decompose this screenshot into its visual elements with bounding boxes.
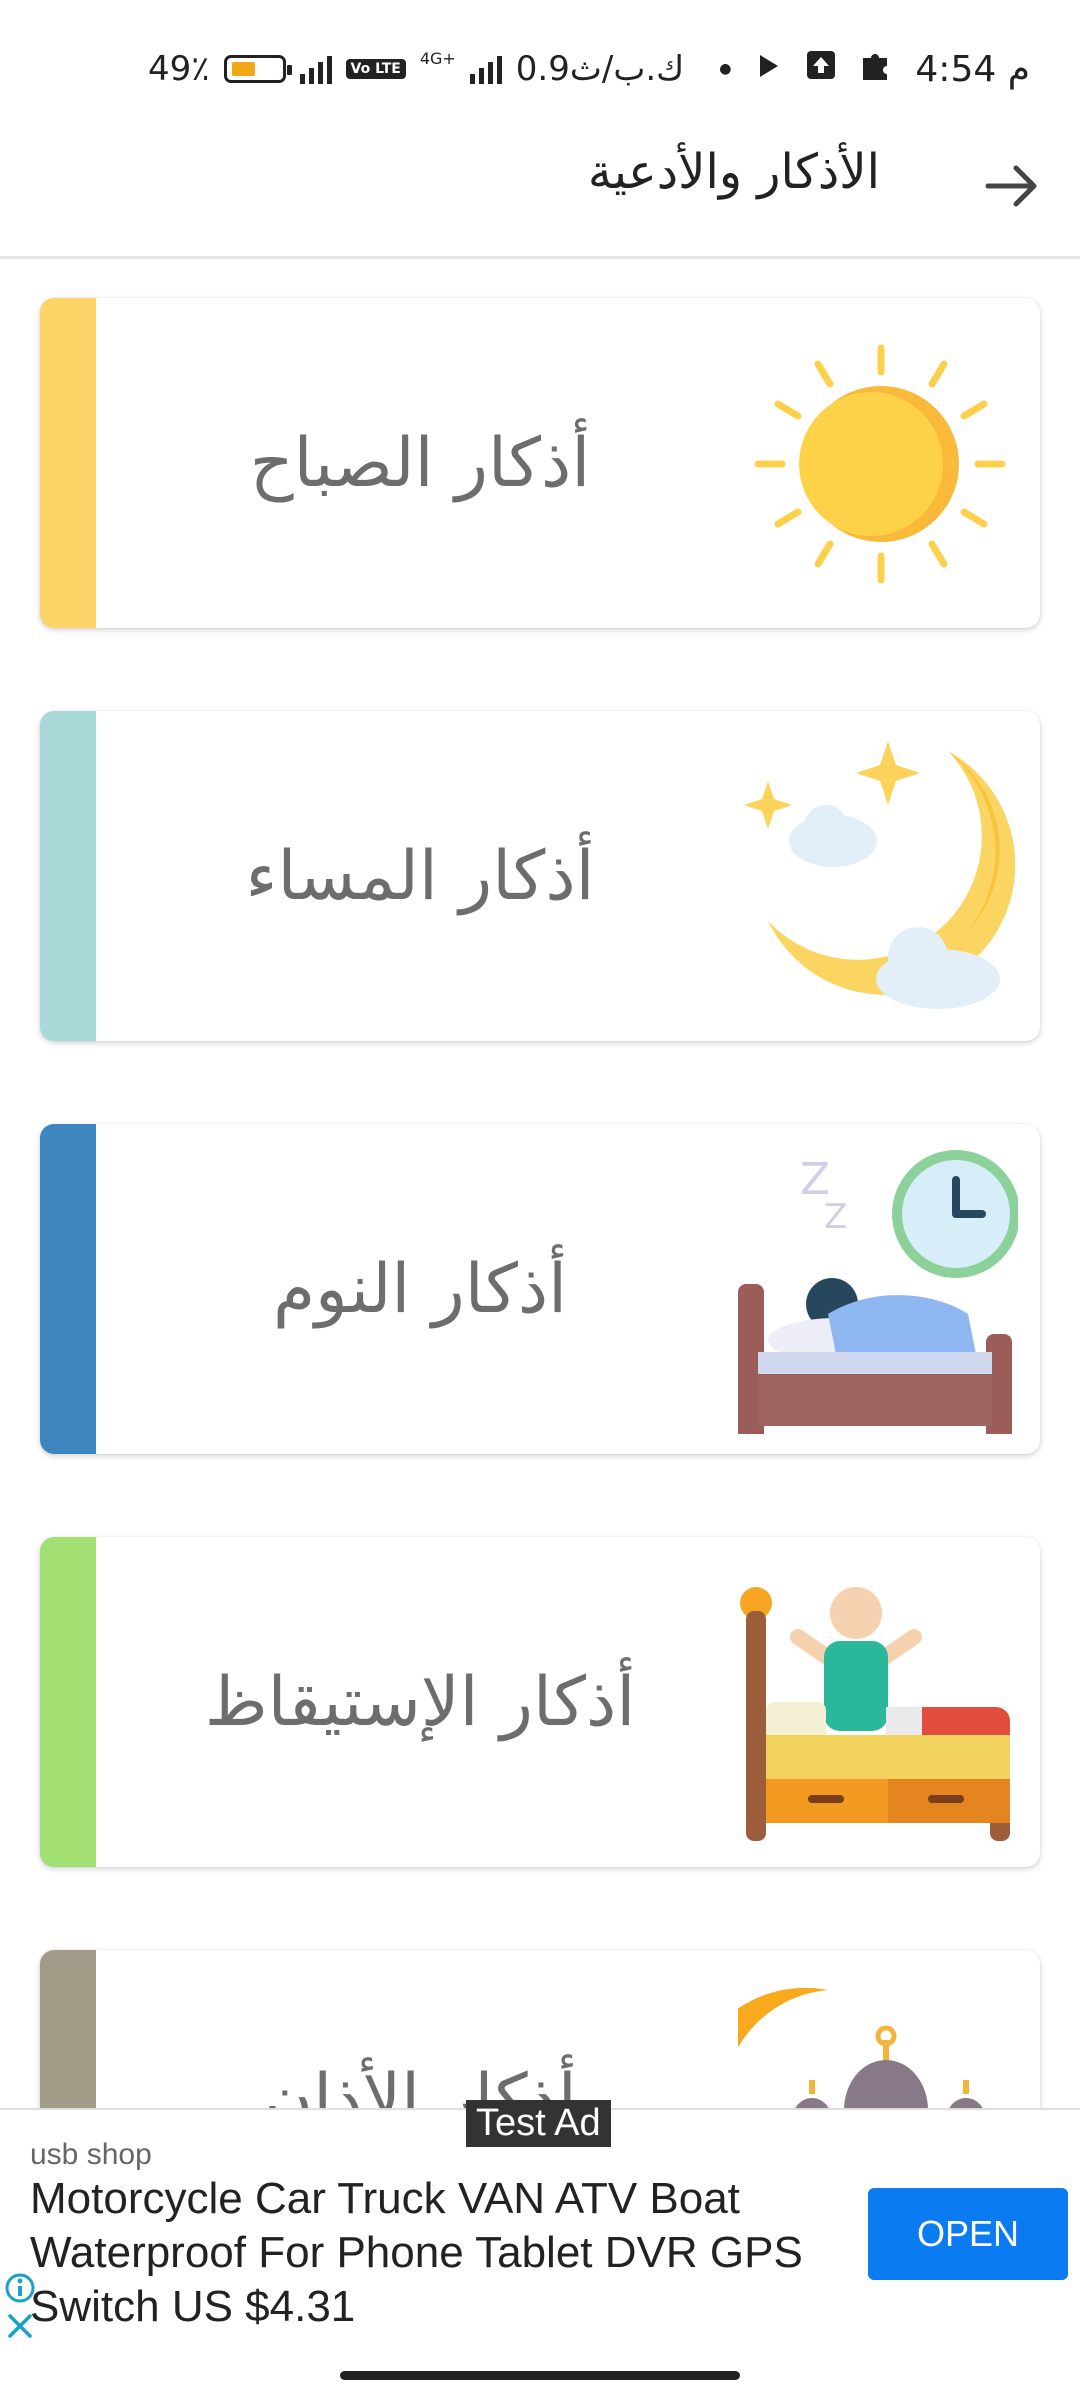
card-label: أذكار النوم bbox=[272, 1249, 568, 1329]
upload-icon bbox=[805, 49, 837, 90]
card-morning-adhkar[interactable]: أذكار الصباح bbox=[40, 298, 1040, 628]
ad-advertiser: usb shop bbox=[30, 2138, 152, 2171]
ad-open-button[interactable]: OPEN bbox=[868, 2188, 1068, 2280]
battery-icon bbox=[223, 55, 292, 83]
app-bar: الأذكار والأدعية bbox=[0, 130, 1080, 259]
card-waking-adhkar[interactable]: أذكار الإستيقاظ bbox=[40, 1537, 1040, 1867]
card-label: أذكار المساء bbox=[245, 836, 595, 916]
volte-icon: Vo LTE bbox=[345, 59, 406, 79]
status-bar-left: 49٪ Vo LTE 4G+ ك.ب/ث0.9 bbox=[148, 44, 684, 94]
clock: م 4:54 bbox=[915, 48, 1030, 90]
card-stripe bbox=[40, 298, 96, 628]
status-bar: 49٪ Vo LTE 4G+ ك.ب/ث0.9 ● م 4:54 bbox=[0, 0, 1080, 130]
waking-up-icon bbox=[738, 1557, 1018, 1847]
signal-icon bbox=[299, 54, 332, 84]
home-indicator[interactable] bbox=[340, 2371, 740, 2380]
moon-icon bbox=[738, 731, 1018, 1021]
card-stripe bbox=[40, 711, 96, 1041]
signal-icon-2 bbox=[469, 54, 502, 84]
battery-percent: 49٪ bbox=[148, 49, 210, 89]
page-title: الأذكار والأدعية bbox=[587, 144, 880, 200]
status-bar-right: ● م 4:54 bbox=[719, 44, 1030, 94]
card-sleep-adhkar[interactable]: أذكار النوم Z Z bbox=[40, 1124, 1040, 1454]
test-ad-badge: Test Ad bbox=[466, 2100, 611, 2147]
sleeping-bed-icon: Z Z bbox=[738, 1144, 1020, 1454]
arrow-right-icon bbox=[985, 165, 1037, 207]
dot-icon: ● bbox=[719, 61, 732, 77]
puzzle-icon bbox=[859, 48, 893, 91]
ad-close-icon[interactable] bbox=[4, 2310, 36, 2342]
network-speed: ك.ب/ث0.9 bbox=[515, 49, 685, 89]
ad-text[interactable]: Motorcycle Car Truck VAN ATV Boat Waterp… bbox=[30, 2172, 860, 2334]
card-label: أذكار الصباح bbox=[249, 423, 591, 503]
sun-icon bbox=[738, 318, 1018, 608]
ad-info-icon[interactable] bbox=[4, 2272, 36, 2304]
card-evening-adhkar[interactable]: أذكار المساء bbox=[40, 711, 1040, 1041]
card-stripe bbox=[40, 1124, 96, 1454]
network-type: 4G+ bbox=[419, 49, 456, 68]
card-stripe bbox=[40, 1537, 96, 1867]
back-button[interactable] bbox=[980, 154, 1044, 218]
ad-banner[interactable]: Test Ad usb shop Motorcycle Car Truck VA… bbox=[0, 2100, 1080, 2354]
card-label: أذكار الإستيقاظ bbox=[204, 1662, 636, 1742]
svg-text:Z: Z bbox=[824, 1197, 847, 1237]
play-store-icon bbox=[753, 49, 783, 90]
